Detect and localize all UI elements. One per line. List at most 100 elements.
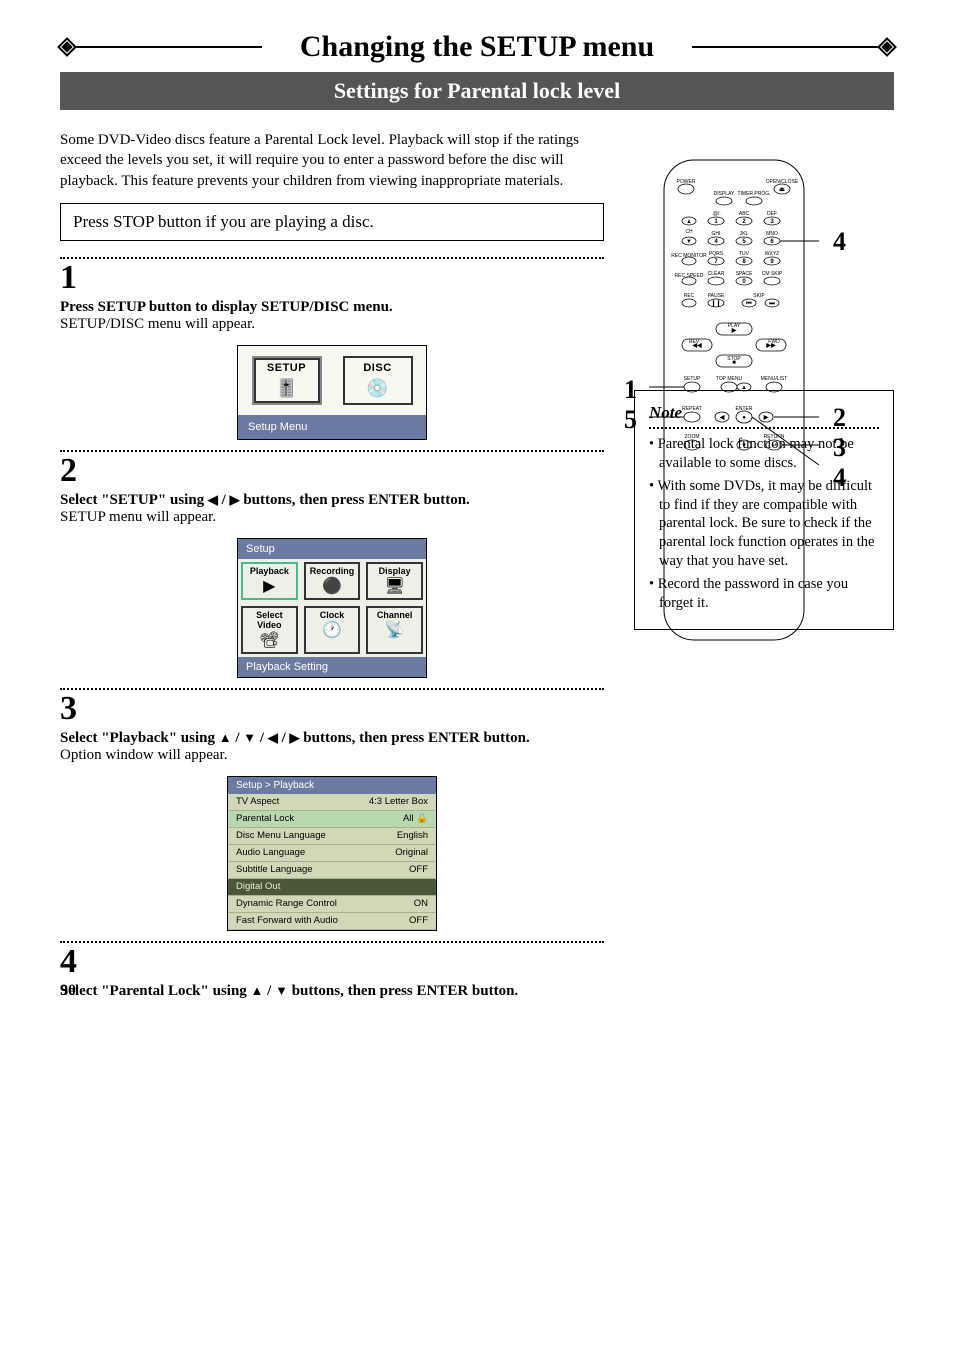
remote-diagram: POWER OPEN/CLOSE DISPLAY TIMER PROG. .@/… [644, 155, 824, 645]
svg-text:3: 3 [770, 219, 774, 225]
instruction-box: Press STOP button if you are playing a d… [60, 203, 604, 241]
svg-text:SKIP: SKIP [753, 293, 765, 299]
svg-text:SPACE: SPACE [736, 271, 753, 277]
svg-text:CLEAR: CLEAR [708, 271, 725, 277]
svg-text:REC: REC [684, 293, 695, 299]
callout-3: 3 [833, 433, 846, 463]
svg-text:⏏: ⏏ [779, 187, 785, 193]
osd3-value: OFF [409, 864, 428, 875]
osd2-cell: Playback [243, 566, 296, 576]
osd2-cell: Clock [306, 610, 359, 620]
step-number-1: 1 [60, 261, 604, 295]
step-3-heading: Select "Playback" using ▲ / ▼ / ◀ / ▶ bu… [60, 730, 604, 747]
svg-text:1: 1 [714, 219, 718, 225]
svg-text:TUV: TUV [739, 251, 750, 257]
osd-tile-disc: DISC [345, 362, 411, 374]
svg-text:5: 5 [742, 239, 746, 245]
svg-text:4: 4 [714, 239, 718, 245]
callout-1: 1 [624, 375, 637, 405]
svg-text:◀: ◀ [719, 414, 725, 421]
svg-text:8: 8 [742, 259, 746, 265]
page-title: Changing the SETUP menu [280, 30, 674, 64]
osd3-value: OFF [409, 915, 428, 926]
divider [60, 941, 604, 943]
svg-text:JKL: JKL [740, 231, 749, 237]
svg-text:MNO: MNO [766, 231, 778, 237]
osd2-header: Setup [238, 539, 426, 559]
svg-text:REC SPEED: REC SPEED [675, 273, 704, 279]
svg-text:▼: ▼ [686, 239, 692, 245]
intro-text: Some DVD-Video discs feature a Parental … [60, 130, 604, 191]
svg-text:TOP MENU: TOP MENU [716, 376, 743, 382]
step-1-heading: Press SETUP button to display SETUP/DISC… [60, 299, 604, 316]
osd3-label: Subtitle Language [236, 864, 313, 875]
svg-text:6: 6 [770, 239, 774, 245]
osd3-value: Original [395, 847, 428, 858]
svg-text:GHI: GHI [712, 231, 721, 237]
osd3-label: Fast Forward with Audio [236, 915, 338, 926]
osd3-label: Parental Lock [236, 813, 294, 824]
step-1-sub: SETUP/DISC menu will appear. [60, 316, 604, 333]
svg-text:●: ● [742, 415, 746, 421]
osd2-cell: Display [368, 566, 421, 576]
osd-setup-disc: SETUP🎚️ DISC💿 Setup Menu [237, 345, 427, 440]
osd-tile-setup: SETUP [254, 362, 320, 374]
osd-playback-options: Setup > Playback TV Aspect 4:3 Letter Box… [227, 776, 437, 931]
divider [60, 450, 604, 452]
osd3-label: Disc Menu Language [236, 830, 326, 841]
svg-text:■: ■ [732, 360, 736, 366]
osd3-header: Setup > Playback [228, 777, 436, 794]
osd2-footer: Playback Setting [238, 657, 426, 677]
step-2-sub: SETUP menu will appear. [60, 509, 604, 526]
svg-text:ZOOM: ZOOM [685, 434, 700, 440]
svg-text:DEF: DEF [767, 211, 777, 217]
osd3-value: 4:3 Letter Box [369, 796, 428, 807]
svg-text:❙❙: ❙❙ [711, 300, 721, 307]
svg-text:TIMER PROG.: TIMER PROG. [737, 191, 770, 197]
divider [60, 688, 604, 690]
callout-4a: 4 [833, 227, 846, 257]
osd-footer: Setup Menu [238, 415, 426, 439]
svg-text:CM SKIP: CM SKIP [762, 271, 783, 277]
callout-2: 2 [833, 403, 846, 433]
step-3-sub: Option window will appear. [60, 747, 604, 764]
title-rule: Changing the SETUP menu [60, 30, 894, 64]
step-number-3: 3 [60, 692, 604, 726]
svg-text:0: 0 [742, 279, 746, 285]
svg-text:RETURN: RETURN [764, 434, 785, 440]
osd2-cell: Channel [368, 610, 421, 620]
section-banner: Settings for Parental lock level [60, 72, 894, 110]
osd3-label: TV Aspect [236, 796, 279, 807]
step-number-4: 4 [60, 945, 604, 979]
svg-text:▲: ▲ [686, 219, 692, 225]
svg-text:2: 2 [742, 219, 746, 225]
svg-text:ABC: ABC [739, 211, 750, 217]
osd2-cell: Recording [306, 566, 359, 576]
osd-setup-grid: Setup Playback▶ Recording⚫ Display🖥 Sele… [237, 538, 427, 678]
svg-text:SETUP: SETUP [684, 376, 701, 382]
osd3-value: English [397, 830, 428, 841]
osd3-label: Audio Language [236, 847, 305, 858]
svg-text:WXYZ: WXYZ [765, 251, 779, 257]
osd3-value: All 🔒 [403, 813, 428, 824]
step-4-heading: Select "Parental Lock" using ▲ / ▼ butto… [60, 983, 604, 1000]
svg-text:↩: ↩ [771, 443, 776, 449]
page-number: 90 [60, 982, 76, 1000]
svg-text:▼: ▼ [741, 443, 747, 449]
svg-text:▶: ▶ [763, 414, 769, 421]
svg-text:REC MONITOR: REC MONITOR [671, 253, 707, 259]
divider [60, 257, 604, 259]
osd3-label: Dynamic Range Control [236, 898, 337, 909]
svg-text:CH: CH [685, 229, 693, 235]
svg-text:▶▶: ▶▶ [765, 342, 776, 349]
svg-text:REPEAT: REPEAT [682, 406, 702, 412]
svg-text:▶: ▶ [731, 327, 737, 334]
step-number-2: 2 [60, 454, 604, 488]
svg-text:◀◀: ◀◀ [691, 342, 702, 349]
svg-text:⏮: ⏮ [746, 301, 752, 307]
osd3-value: ON [414, 898, 428, 909]
osd3-label: Digital Out [236, 881, 280, 892]
svg-text:▲: ▲ [741, 385, 747, 391]
svg-text:DISPLAY: DISPLAY [714, 191, 735, 197]
svg-text:9: 9 [770, 259, 774, 265]
